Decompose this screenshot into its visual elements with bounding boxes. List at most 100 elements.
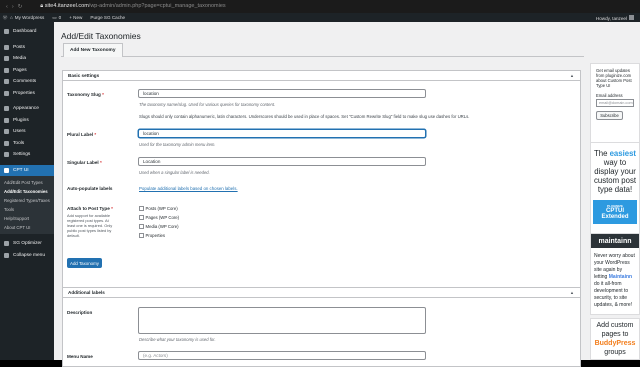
description-label: Description xyxy=(67,310,93,315)
menu-name-label: Menu Name xyxy=(67,354,93,359)
sidebar-item-dashboard[interactable]: Dashboard xyxy=(0,26,54,38)
auto-populate-label: Auto-populate labels xyxy=(67,186,113,191)
user-icon xyxy=(4,129,9,135)
checkbox[interactable] xyxy=(139,206,144,211)
chevron-up-icon[interactable]: ▲ xyxy=(570,290,574,295)
sidebar-item-tools[interactable]: Tools xyxy=(0,138,54,150)
reload-icon[interactable]: ↻ xyxy=(18,4,23,10)
plural-label-input[interactable]: location xyxy=(138,129,426,138)
subscribe-button[interactable]: Subscribe xyxy=(596,111,623,120)
sidebar-item-media[interactable]: Media xyxy=(0,53,54,65)
buddypress-text: Add custom pages to BuddyPress groups xyxy=(594,322,636,356)
tab-bar xyxy=(61,43,584,57)
browser-bar: ‹ › ↻ 🔒︎ site4.itanzeel.com/wp-admin/admin… xyxy=(0,0,640,13)
user-account-menu[interactable]: Howdy, tanzeel xyxy=(596,14,634,21)
slug-desc: The taxonomy name/slug. Used for various… xyxy=(139,102,276,107)
plural-label: Plural Label * xyxy=(67,132,97,137)
panel-header[interactable]: Basic settings ▲ xyxy=(63,71,580,81)
maintainn-ad[interactable]: maintainn Never worry about your WordPre… xyxy=(590,233,640,315)
admin-bar: Ⓦ ⌂ My Wordpress ▭ 0 + New Purge SG Cache … xyxy=(0,13,640,22)
brush-icon xyxy=(4,106,9,112)
comment-icon xyxy=(4,79,9,85)
forward-icon[interactable]: › xyxy=(12,4,14,10)
attach-label: Attach to Post Type * xyxy=(67,206,113,211)
plural-desc: Used for the taxonomy admin menu item. xyxy=(139,142,216,147)
home-icon: ⌂ xyxy=(10,15,13,20)
wrench-icon xyxy=(4,140,9,146)
panel-header[interactable]: Additional labels ▲ xyxy=(63,288,580,298)
checkbox-properties[interactable]: Properties xyxy=(139,233,165,238)
checkbox-posts[interactable]: Posts (WP Core) xyxy=(139,206,178,211)
avatar xyxy=(629,14,634,20)
cptui-icon xyxy=(4,167,9,173)
singular-desc: Used when a singular label is needed. xyxy=(139,170,210,175)
submenu-taxonomies[interactable]: Add/Edit Taxonomies xyxy=(0,187,54,196)
plugin-icon xyxy=(4,117,9,123)
page-icon xyxy=(4,67,9,73)
slug-note: Slugs should only contain alphanumeric, … xyxy=(139,114,470,119)
address-bar[interactable]: 🔒︎ site4.itanzeel.com/wp-admin/admin.php… xyxy=(40,3,225,10)
sidebar-item-appearance[interactable]: Appearance xyxy=(0,103,54,115)
media-icon xyxy=(4,56,9,62)
sidebar-item-sg-optimizer[interactable]: SG Optimizer xyxy=(0,238,54,250)
collapse-icon xyxy=(4,252,9,258)
email-label: Email address xyxy=(596,93,623,98)
comments-link[interactable]: ▭ 0 xyxy=(52,15,61,21)
collapse-menu-button[interactable]: Collapse menu xyxy=(0,250,54,262)
sg-icon xyxy=(4,241,9,247)
sidebar-item-users[interactable]: Users xyxy=(0,126,54,138)
cptui-extended-logo: PLUGINIZE CPTUI Extended xyxy=(593,200,637,224)
singular-label-input[interactable]: Location xyxy=(138,157,426,166)
checkbox[interactable] xyxy=(139,224,144,229)
submenu-post-types[interactable]: Add/Edit Post Types xyxy=(0,178,54,187)
site-name-link[interactable]: ⌂ My Wordpress xyxy=(10,15,44,20)
description-textarea[interactable] xyxy=(138,307,426,334)
main-content: Add/Edit Taxonomies Add New Taxonomy Bas… xyxy=(54,22,640,367)
pin-icon xyxy=(4,90,9,96)
checkbox[interactable] xyxy=(139,233,144,238)
back-icon[interactable]: ‹ xyxy=(6,4,8,10)
sidebar-item-plugins[interactable]: Plugins xyxy=(0,115,54,127)
submenu-help[interactable]: Help/Support xyxy=(0,214,54,223)
settings-icon xyxy=(4,152,9,158)
submenu-registered[interactable]: Registered Types/Taxes xyxy=(0,196,54,205)
signup-text: Get email updates from pluginize.com abo… xyxy=(596,68,632,88)
page-title: Add/Edit Taxonomies xyxy=(61,31,141,41)
comment-icon: ▭ xyxy=(52,14,57,20)
taxonomy-slug-input[interactable]: location xyxy=(138,89,426,98)
singular-label: Singular Label * xyxy=(67,160,102,165)
checkbox-pages[interactable]: Pages (WP Core) xyxy=(139,215,179,220)
sidebar-item-comments[interactable]: Comments xyxy=(0,76,54,88)
pin-icon xyxy=(4,44,9,50)
checkbox-media[interactable]: Media (WP Core) xyxy=(139,224,179,229)
admin-sidebar: Dashboard Posts Media Pages Comments Pro… xyxy=(0,22,54,360)
description-help: Describe what your taxonomy is used for. xyxy=(139,337,216,342)
attach-help: Add support for available registered pos… xyxy=(67,213,113,238)
submenu-about[interactable]: About CPT UI xyxy=(0,223,54,232)
wordpress-logo-icon[interactable]: Ⓦ xyxy=(0,15,10,21)
purge-cache-link[interactable]: Purge SG Cache xyxy=(90,15,125,20)
new-content-link[interactable]: + New xyxy=(69,15,82,20)
basic-settings-panel: Basic settings ▲ Taxonomy Slug * location… xyxy=(62,70,581,302)
slug-label: Taxonomy Slug * xyxy=(67,92,104,97)
cptui-extended-ad[interactable]: The easiest way to display your custom p… xyxy=(590,142,640,246)
dashboard-icon xyxy=(4,29,9,35)
populate-labels-link[interactable]: Populate additional labels based on chos… xyxy=(139,186,238,191)
ad-headline: The easiest way to display your custom p… xyxy=(593,149,637,194)
maintainn-text: Never worry about your WordPress site ag… xyxy=(594,253,635,308)
sidebar-item-properties[interactable]: Properties xyxy=(0,88,54,100)
sidebar-item-settings[interactable]: Settings xyxy=(0,149,54,161)
sidebar-item-posts[interactable]: Posts xyxy=(0,42,54,54)
menu-name-input[interactable]: (e.g. Actors) xyxy=(138,351,426,360)
buddypress-ad[interactable]: Add custom pages to BuddyPress groups xyxy=(590,318,640,360)
submenu-tools[interactable]: Tools xyxy=(0,205,54,214)
sidebar-item-cptui[interactable]: CPT UI xyxy=(0,164,54,176)
add-taxonomy-button[interactable]: Add Taxonomy xyxy=(67,258,102,268)
browser-nav[interactable]: ‹ › ↻ xyxy=(6,4,22,10)
chevron-up-icon[interactable]: ▲ xyxy=(570,73,574,78)
checkbox[interactable] xyxy=(139,215,144,220)
sidebar-item-pages[interactable]: Pages xyxy=(0,65,54,77)
additional-labels-panel: Additional labels ▲ Description Describe … xyxy=(62,287,581,367)
tab-add-new-taxonomy[interactable]: Add New Taxonomy xyxy=(63,43,123,57)
email-input[interactable]: email@domain.com xyxy=(596,99,634,107)
